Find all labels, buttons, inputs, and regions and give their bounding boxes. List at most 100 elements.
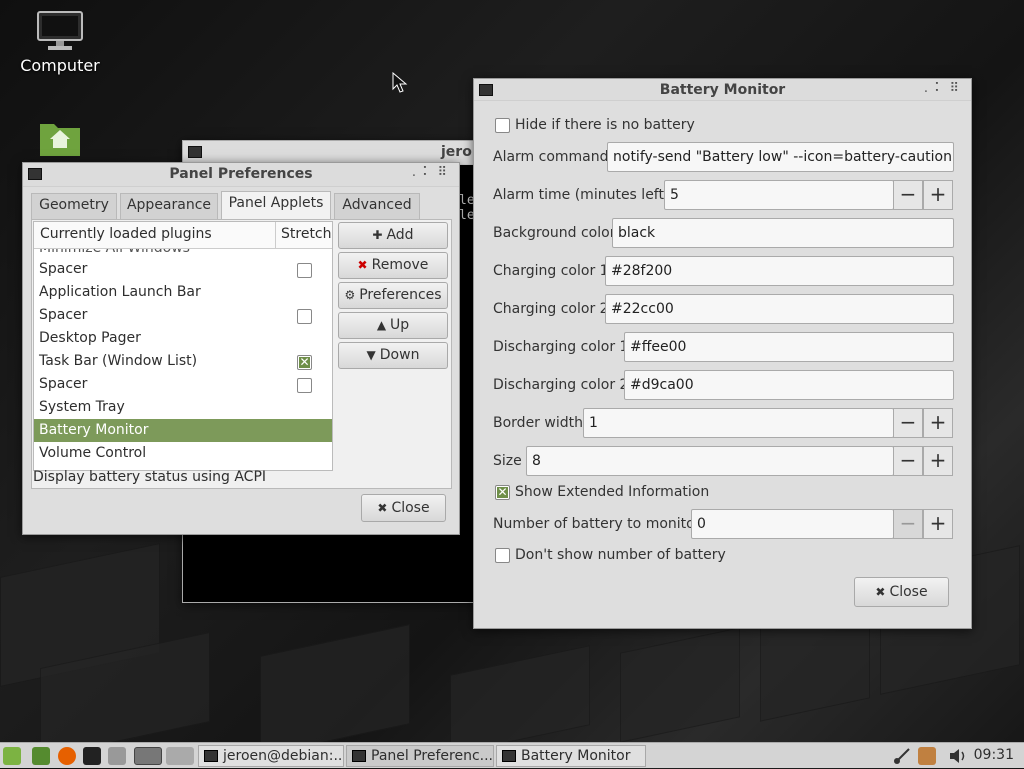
stretch-checkbox-checked[interactable] [297, 355, 312, 370]
panel-preferences-window[interactable]: Panel Preferences .⠅⠿ Geometry Appearanc… [22, 162, 460, 535]
remove-icon: ✖ [357, 258, 368, 272]
battery-monitor-title: Battery Monitor [659, 82, 786, 98]
discharging-color-2-input[interactable]: #d9ca00 [624, 370, 954, 400]
task-label: jeroen@debian:... [223, 748, 344, 764]
battery-monitor-window[interactable]: Battery Monitor .⠅⠿ Hide if there is no … [473, 78, 972, 629]
stretch-checkbox[interactable] [297, 309, 312, 324]
panel-preferences-title: Panel Preferences [169, 166, 313, 182]
firefox-icon[interactable] [58, 747, 76, 765]
desktop-pager-icon[interactable] [134, 747, 162, 765]
remove-button-label: Remove [371, 257, 429, 273]
remove-button[interactable]: ✖ Remove [338, 252, 448, 279]
down-button[interactable]: ▼ Down [338, 342, 448, 369]
size-input[interactable]: 8 [526, 446, 894, 476]
mouse-cursor-icon [392, 72, 408, 93]
plugin-name: Desktop Pager [39, 330, 141, 346]
stretch-checkbox[interactable] [297, 378, 312, 393]
add-button[interactable]: ✚ Add [338, 222, 448, 249]
monitor-icon [36, 10, 84, 52]
network-icon[interactable] [893, 747, 911, 765]
alarm-time-input[interactable]: 5 [664, 180, 894, 210]
background-color-label: Background color [493, 225, 616, 241]
alarm-time-decrement[interactable]: − [893, 180, 923, 210]
border-width-decrement[interactable]: − [893, 408, 923, 438]
window-controls[interactable]: .⠅⠿ [924, 81, 965, 96]
desktop-icon-home[interactable] [20, 118, 100, 162]
stretch-checkbox[interactable] [297, 263, 312, 278]
show-extended-label: Show Extended Information [515, 484, 710, 500]
plugin-list[interactable]: Currently loaded plugins Stretch Minimiz… [33, 221, 333, 471]
app-launcher-icon[interactable] [108, 747, 126, 765]
desktop-pager-2-icon[interactable] [166, 747, 194, 765]
taskbar: jeroen@debian:... Panel Preferenc... Bat… [0, 742, 1024, 768]
preferences-button[interactable]: ⚙ Preferences [338, 282, 448, 309]
terminal-task-icon [204, 750, 218, 762]
discharging-color-1-label: Discharging color 1 [493, 339, 629, 355]
file-manager-icon[interactable] [32, 747, 50, 765]
list-item[interactable]: Application Launch Bar [34, 281, 332, 304]
header-stretch-text: Stretch [281, 226, 332, 242]
volume-icon[interactable] [948, 747, 966, 765]
header-plugins-text: Currently loaded plugins [40, 226, 212, 242]
border-width-increment[interactable]: + [923, 408, 953, 438]
plugin-name: Task Bar (Window List) [39, 353, 198, 369]
list-item-selected[interactable]: Battery Monitor [34, 419, 332, 442]
battery-icon[interactable] [918, 747, 936, 765]
close-icon: ✖ [875, 585, 886, 599]
window-controls[interactable]: .⠅⠿ [412, 165, 453, 180]
plugin-description: Display battery status using ACPI [33, 469, 267, 485]
show-extended-checkbox[interactable] [495, 485, 510, 500]
list-item[interactable]: Spacer [34, 304, 332, 327]
list-item[interactable]: Volume Control [34, 442, 332, 465]
size-increment[interactable]: + [923, 446, 953, 476]
panel-preferences-titlebar[interactable]: Panel Preferences .⠅⠿ [23, 163, 459, 187]
tab-appearance[interactable]: Appearance [120, 193, 218, 219]
plugin-name: Volume Control [39, 445, 147, 461]
task-battery-monitor[interactable]: Battery Monitor [496, 745, 646, 767]
task-terminal[interactable]: jeroen@debian:... [198, 745, 344, 767]
alarm-time-increment[interactable]: + [923, 180, 953, 210]
discharging-color-1-input[interactable]: #ffee00 [624, 332, 954, 362]
task-panel-preferences[interactable]: Panel Preferenc... [346, 745, 494, 767]
list-item[interactable]: Spacer [34, 258, 332, 281]
plugin-name: Application Launch Bar [39, 284, 201, 300]
list-item[interactable]: System Tray [34, 396, 332, 419]
discharging-color-2-label: Discharging color 2 [493, 377, 629, 393]
terminal-launcher-icon[interactable] [83, 747, 101, 765]
plugin-name: System Tray [39, 399, 125, 415]
close-button[interactable]: ✖ Close [854, 577, 949, 607]
battery-number-decrement[interactable]: − [893, 509, 923, 539]
tab-advanced[interactable]: Advanced [334, 193, 420, 219]
charging-color-2-input[interactable]: #22cc00 [605, 294, 954, 324]
size-decrement[interactable]: − [893, 446, 923, 476]
close-button[interactable]: ✖ Close [361, 494, 446, 522]
alarm-command-label: Alarm command [493, 149, 609, 165]
charging-color-1-input[interactable]: #28f200 [605, 256, 954, 286]
battery-number-increment[interactable]: + [923, 509, 953, 539]
battery-number-label: Number of battery to monitor [493, 516, 701, 532]
close-button-label: Close [889, 584, 928, 600]
tab-panel-applets[interactable]: Panel Applets [221, 191, 331, 219]
hide-no-battery-checkbox[interactable] [495, 118, 510, 133]
border-width-input[interactable]: 1 [583, 408, 894, 438]
arrow-down-icon: ▼ [366, 348, 376, 362]
menu-icon[interactable] [3, 747, 21, 765]
dont-show-number-checkbox[interactable] [495, 548, 510, 563]
battery-monitor-titlebar[interactable]: Battery Monitor .⠅⠿ [474, 79, 971, 101]
clock[interactable]: 09:31 [974, 747, 1014, 763]
list-item[interactable]: Task Bar (Window List) [34, 350, 332, 373]
up-button[interactable]: ▲ Up [338, 312, 448, 339]
arrow-up-icon: ▲ [376, 318, 387, 332]
tab-geometry[interactable]: Geometry [31, 193, 117, 219]
list-item[interactable]: Desktop Pager [34, 327, 332, 350]
dont-show-number-label: Don't show number of battery [515, 547, 726, 563]
border-width-label: Border width [493, 415, 583, 431]
list-item[interactable]: Spacer [34, 373, 332, 396]
alarm-command-input[interactable]: notify-send "Battery low" --icon=battery… [607, 142, 954, 172]
preferences-button-label: Preferences [359, 287, 442, 303]
home-folder-icon [36, 118, 84, 158]
background-color-input[interactable]: black [612, 218, 954, 248]
plugin-name: Spacer [39, 307, 88, 323]
desktop-icon-computer[interactable]: Computer [20, 10, 100, 75]
battery-number-input[interactable]: 0 [691, 509, 894, 539]
